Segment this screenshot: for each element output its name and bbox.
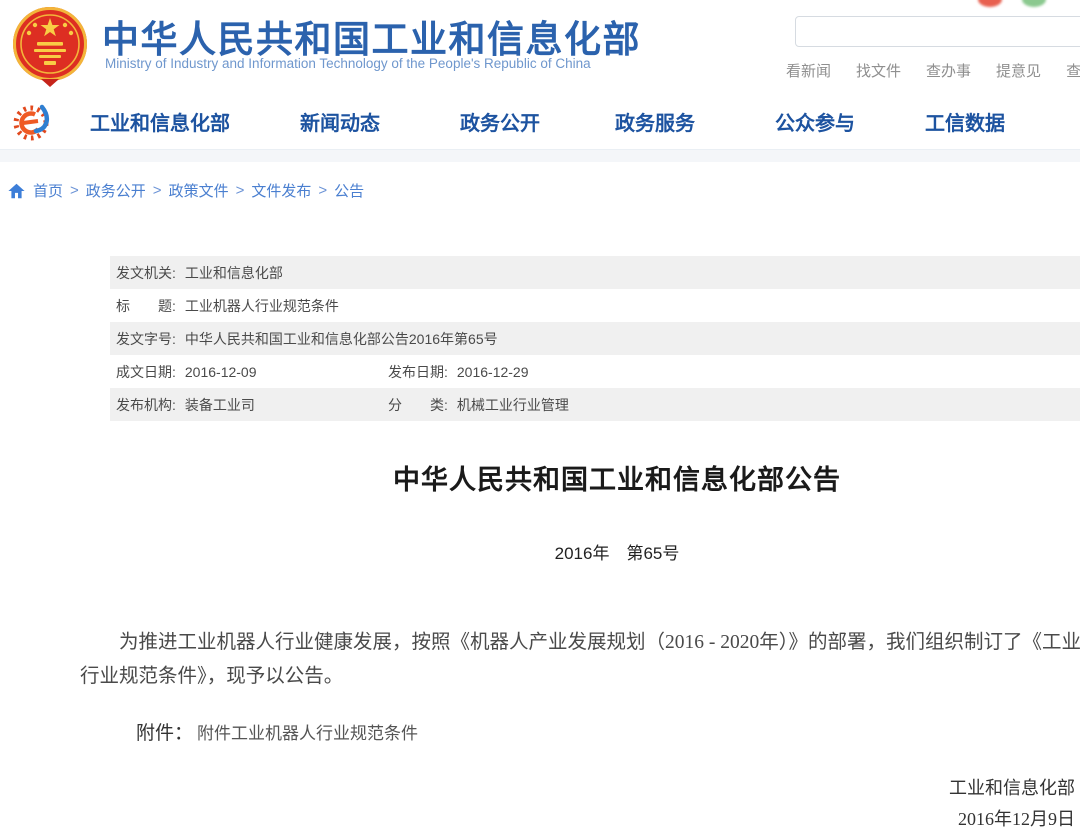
breadcrumb-separator: > — [70, 182, 79, 199]
attachment-label: 附件： — [136, 723, 193, 744]
meta-label: 标 题: — [116, 296, 176, 316]
attachment-line: 附件： 附件工业机器人行业规范条件 — [136, 718, 418, 745]
meta-row-title: 标 题: 工业机器人行业规范条件 — [110, 289, 1080, 322]
meta-label: 成文日期: — [116, 362, 176, 382]
signature-date: 2016年12月9日 — [949, 804, 1075, 835]
meta-value: 中华人民共和国工业和信息化部公告2016年第65号 — [185, 329, 498, 349]
section-divider — [0, 149, 1080, 162]
signature-authority: 工业和信息化部 — [949, 773, 1075, 804]
national-emblem-icon[interactable] — [8, 3, 92, 89]
quick-link-data[interactable]: 查数据 — [1066, 60, 1080, 81]
breadcrumb-gov-open[interactable]: 政务公开 — [86, 180, 146, 201]
document-meta-table: 发文机关: 工业和信息化部 标 题: 工业机器人行业规范条件 发文字号: 中华人… — [110, 256, 1080, 421]
meta-value: 工业和信息化部 — [185, 263, 283, 283]
document-paragraph: 为推进工业机器人行业健康发展，按照《机器人产业发展规划（2016 - 2020年… — [80, 626, 1080, 694]
nav-item-gov-service[interactable]: 政务服务 — [615, 107, 695, 136]
breadcrumb-separator: > — [153, 182, 162, 199]
site-title: 中华人民共和国工业和信息化部 — [102, 9, 641, 63]
meta-label: 发文机关: — [116, 263, 176, 283]
meta-row-issuing-authority: 发文机关: 工业和信息化部 — [110, 256, 1080, 289]
document-issue-number: 2016年 第65号 — [80, 539, 1080, 564]
quick-link-news[interactable]: 看新闻 — [786, 60, 831, 81]
nav-item-miit[interactable]: 工业和信息化部 — [90, 107, 230, 136]
breadcrumb-announcement[interactable]: 公告 — [334, 180, 364, 201]
home-icon[interactable] — [8, 183, 25, 199]
breadcrumb: 首页 > 政务公开 > 政策文件 > 文件发布 > 公告 — [8, 180, 364, 201]
meta-row-doc-number: 发文字号: 中华人民共和国工业和信息化部公告2016年第65号 — [110, 322, 1080, 355]
breadcrumb-policy-docs[interactable]: 政策文件 — [169, 180, 229, 201]
quick-link-feedback[interactable]: 提意见 — [996, 60, 1041, 81]
meta-row-publisher-category: 发布机构: 装备工业司 分 类: 机械工业行业管理 — [110, 388, 1080, 421]
meta-value: 2016-12-29 — [457, 364, 529, 380]
search-input[interactable] — [795, 16, 1080, 47]
top-red-indicator-icon — [978, 0, 1002, 7]
breadcrumb-home[interactable]: 首页 — [33, 180, 63, 201]
meta-value: 工业机器人行业规范条件 — [185, 296, 339, 316]
quick-link-documents[interactable]: 找文件 — [856, 60, 901, 81]
nav-item-participation[interactable]: 公众参与 — [775, 107, 855, 136]
meta-value: 机械工业行业管理 — [457, 395, 569, 415]
document-title: 中华人民共和国工业和信息化部公告 — [80, 458, 1080, 497]
meta-label: 分 类: — [388, 395, 448, 415]
breadcrumb-doc-release[interactable]: 文件发布 — [251, 180, 311, 201]
breadcrumb-separator: > — [318, 182, 327, 199]
nav-item-news[interactable]: 新闻动态 — [300, 107, 380, 136]
header-quick-links: 看新闻 找文件 查办事 提意见 查数据 — [786, 60, 1080, 81]
meta-label: 发布日期: — [388, 362, 448, 382]
attachment-link[interactable]: 附件工业机器人行业规范条件 — [197, 724, 418, 743]
meta-label: 发布机构: — [116, 395, 176, 415]
site-subtitle: Ministry of Industry and Information Tec… — [105, 56, 591, 71]
meta-row-dates: 成文日期: 2016-12-09 发布日期: 2016-12-29 — [110, 355, 1080, 388]
quick-link-services[interactable]: 查办事 — [926, 60, 971, 81]
meta-value: 装备工业司 — [185, 395, 255, 415]
document-signature-block: 工业和信息化部 2016年12月9日 — [949, 773, 1075, 835]
breadcrumb-separator: > — [236, 182, 245, 199]
miit-gear-logo-icon[interactable] — [11, 98, 55, 144]
meta-value: 2016-12-09 — [185, 364, 257, 380]
nav-item-miit-data[interactable]: 工信数据 — [925, 107, 1005, 136]
nav-item-gov-open[interactable]: 政务公开 — [460, 107, 540, 136]
meta-label: 发文字号: — [116, 329, 176, 349]
top-green-indicator-icon — [1022, 0, 1046, 7]
page: 中华人民共和国工业和信息化部 Ministry of Industry and … — [0, 0, 1080, 835]
